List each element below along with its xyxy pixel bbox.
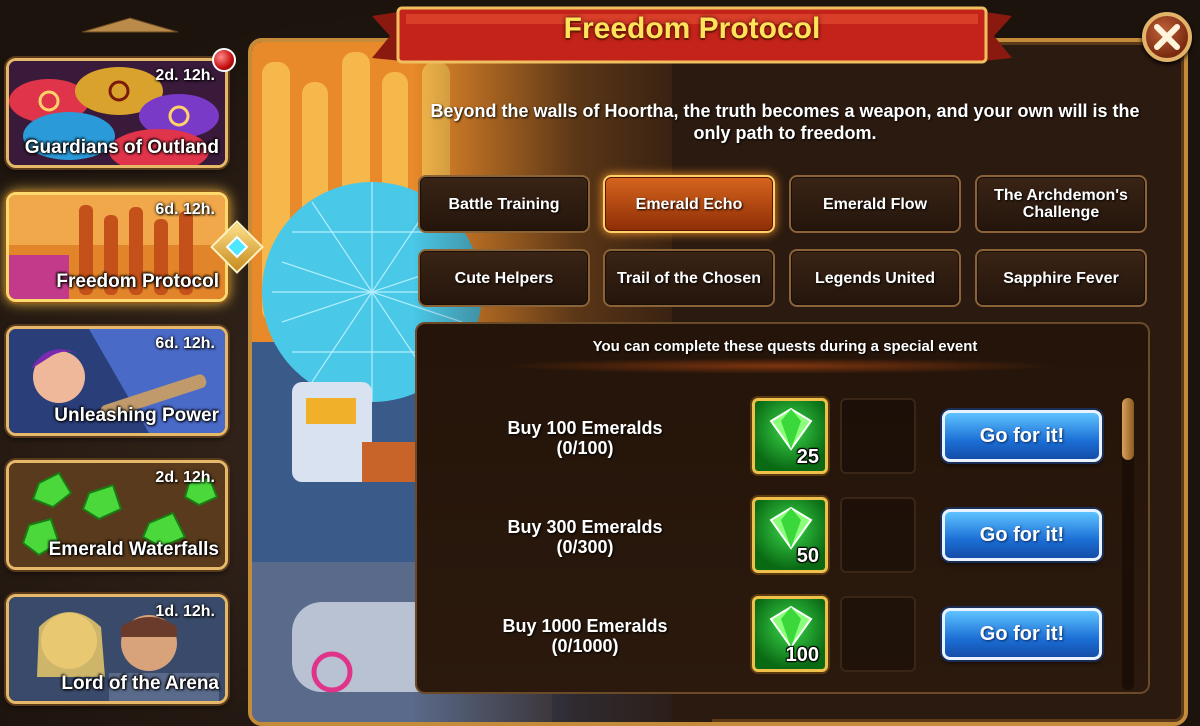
event-card-unleashing-power[interactable]: 6d. 12h. Unleashing Power xyxy=(6,326,228,436)
go-for-it-button[interactable]: Go for it! xyxy=(942,410,1102,462)
event-card-emerald-waterfalls[interactable]: 2d. 12h. Emerald Waterfalls xyxy=(6,460,228,570)
empty-reward-slot xyxy=(840,398,916,474)
emerald-icon xyxy=(769,506,813,550)
quest-name: Buy 1000 Emeralds xyxy=(502,616,668,636)
reward-emeralds[interactable]: 100 xyxy=(752,596,828,672)
event-title: Unleashing Power xyxy=(54,405,219,426)
event-title: Emerald Waterfalls xyxy=(48,539,219,560)
quest-list-header: You can complete these quests during a s… xyxy=(592,338,978,355)
event-card-freedom-protocol[interactable]: 6d. 12h. Freedom Protocol xyxy=(6,192,228,302)
event-title: Lord of the Arena xyxy=(61,673,219,694)
quest-progress: (0/1000) xyxy=(551,636,619,656)
go-for-it-button[interactable]: Go for it! xyxy=(942,509,1102,561)
tab-archdemons-challenge[interactable]: The Archdemon's Challenge xyxy=(975,175,1147,233)
quest-name: Buy 300 Emeralds xyxy=(507,517,663,537)
quest-row: Buy 1000 Emeralds (0/1000) 100 Go for it… xyxy=(420,596,1120,686)
reward-emeralds[interactable]: 25 xyxy=(752,398,828,474)
emerald-icon xyxy=(769,605,813,649)
go-for-it-button[interactable]: Go for it! xyxy=(942,608,1102,660)
quest-list-scrollbar[interactable] xyxy=(1122,398,1134,690)
event-time-remaining: 1d. 12h. xyxy=(155,603,215,620)
scrollbar-thumb[interactable] xyxy=(1122,398,1134,460)
tab-emerald-echo[interactable]: Emerald Echo xyxy=(603,175,775,233)
event-sidebar: 2d. 12h. Guardians of Outland 6d. 12h. F… xyxy=(0,0,264,726)
quest-row: Buy 300 Emeralds (0/300) 50 Go for it! xyxy=(420,497,1120,587)
tab-legends-united[interactable]: Legends United xyxy=(789,249,961,307)
reward-count: 100 xyxy=(785,644,819,666)
reward-emeralds[interactable]: 50 xyxy=(752,497,828,573)
event-time-remaining: 2d. 12h. xyxy=(155,469,215,486)
quest-progress: (0/100) xyxy=(556,438,614,458)
tab-battle-training[interactable]: Battle Training xyxy=(418,175,590,233)
event-time-remaining: 2d. 12h. xyxy=(155,67,215,84)
event-card-guardians-of-outland[interactable]: 2d. 12h. Guardians of Outland xyxy=(6,58,228,168)
tab-cute-helpers[interactable]: Cute Helpers xyxy=(418,249,590,307)
header-divider xyxy=(500,358,1060,374)
notification-badge xyxy=(212,48,236,72)
quest-progress: (0/300) xyxy=(556,537,614,557)
event-card-lord-of-the-arena[interactable]: 1d. 12h. Lord of the Arena xyxy=(6,594,228,704)
close-button[interactable] xyxy=(1142,12,1192,62)
scroll-up-arrow-icon[interactable] xyxy=(80,16,180,34)
event-time-remaining: 6d. 12h. xyxy=(155,201,215,218)
event-title: Guardians of Outland xyxy=(24,137,219,158)
tab-trail-of-the-chosen[interactable]: Trail of the Chosen xyxy=(603,249,775,307)
quest-label: Buy 100 Emeralds (0/100) xyxy=(420,418,750,458)
tab-sapphire-fever[interactable]: Sapphire Fever xyxy=(975,249,1147,307)
quest-label: Buy 1000 Emeralds (0/1000) xyxy=(420,616,750,656)
close-icon xyxy=(1154,24,1180,50)
quest-label: Buy 300 Emeralds (0/300) xyxy=(420,517,750,557)
quest-row: Buy 100 Emeralds (0/100) 25 Go for it! xyxy=(420,398,1120,488)
emerald-icon xyxy=(769,407,813,451)
event-description: Beyond the walls of Hoortha, the truth b… xyxy=(430,101,1140,143)
reward-count: 50 xyxy=(796,545,819,567)
empty-reward-slot xyxy=(840,596,916,672)
event-time-remaining: 6d. 12h. xyxy=(155,335,215,352)
quest-name: Buy 100 Emeralds xyxy=(507,418,663,438)
tab-emerald-flow[interactable]: Emerald Flow xyxy=(789,175,961,233)
empty-reward-slot xyxy=(840,497,916,573)
reward-count: 25 xyxy=(796,446,819,468)
event-title: Freedom Protocol xyxy=(56,271,219,292)
event-title-heading: Freedom Protocol xyxy=(563,12,821,45)
